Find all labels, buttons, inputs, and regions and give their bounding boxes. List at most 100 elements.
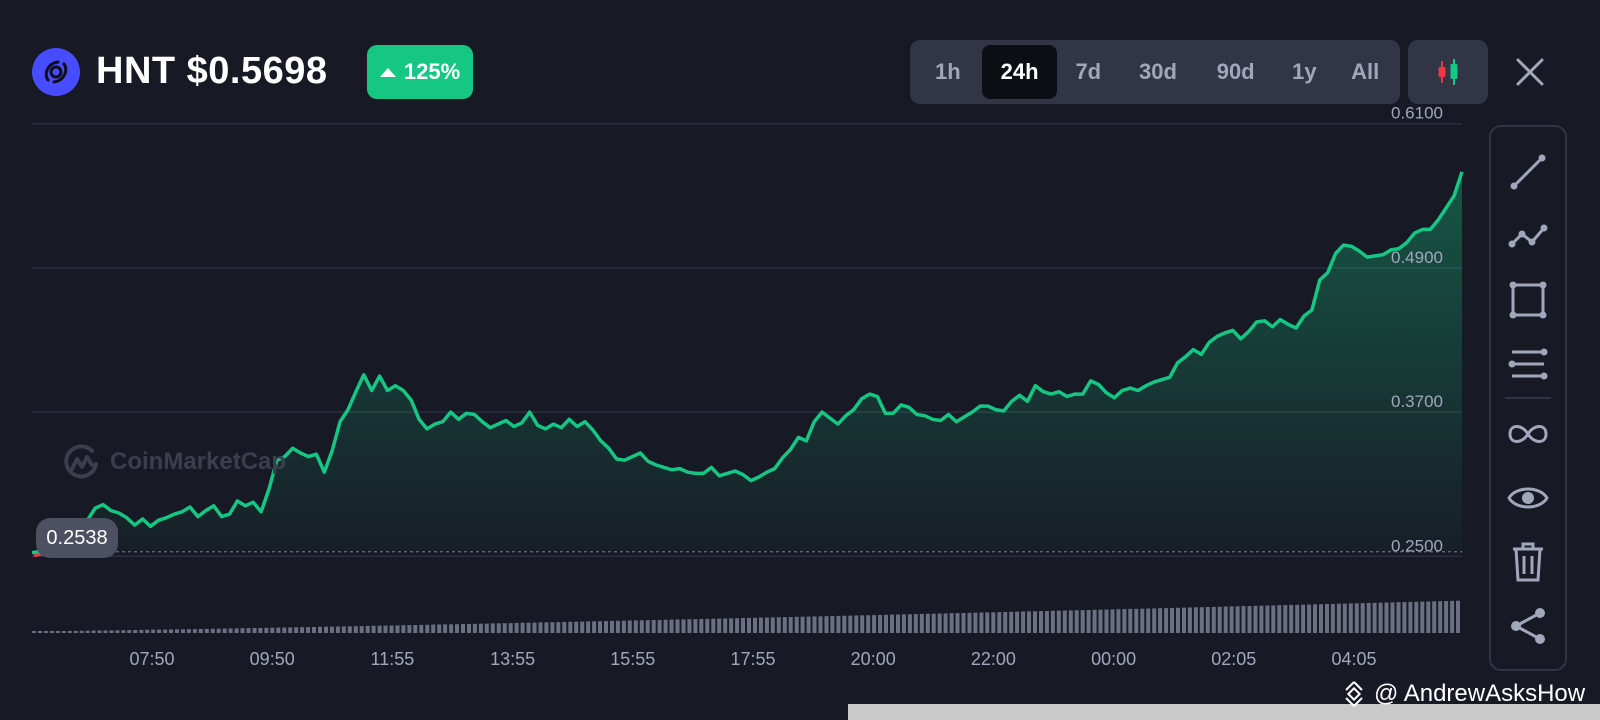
volume-bar xyxy=(1253,605,1258,633)
volume-bar xyxy=(1164,608,1169,633)
volume-bar xyxy=(139,629,144,633)
volume-bar xyxy=(1319,604,1323,633)
volume-bar xyxy=(1426,601,1431,633)
volume-bar xyxy=(1217,606,1222,633)
volume-bar xyxy=(1450,600,1455,633)
volume-bar xyxy=(1444,601,1449,633)
volume-bar xyxy=(38,631,42,633)
trend-line-icon xyxy=(1510,154,1546,190)
volume-bar xyxy=(175,629,179,633)
volume-bar xyxy=(991,612,996,633)
volume-bar xyxy=(425,624,430,633)
volume-bar xyxy=(294,627,299,633)
volume-bar xyxy=(741,618,745,633)
share-icon xyxy=(1511,608,1545,644)
volume-bar xyxy=(967,612,972,633)
volume-bar xyxy=(568,621,573,633)
volume-bar xyxy=(1134,608,1139,633)
volume-bar xyxy=(890,614,894,633)
volume-bar xyxy=(1015,611,1020,633)
volume-bar xyxy=(860,615,865,633)
volume-bar xyxy=(67,630,72,633)
credit-text: @ AndrewAsksHow xyxy=(1374,680,1586,707)
x-tick-label: 13:55 xyxy=(490,649,535,669)
volume-bar xyxy=(1408,601,1413,633)
drawing-toolbar xyxy=(1489,125,1567,671)
volume-bar xyxy=(437,624,442,633)
volume-bar xyxy=(1354,603,1359,633)
volume-bar xyxy=(907,614,912,633)
volume-bar xyxy=(878,614,883,633)
volume-bar xyxy=(514,622,519,633)
volume-bar xyxy=(621,620,626,633)
volume-bar xyxy=(407,625,412,633)
volume-bar xyxy=(1104,609,1109,633)
volume-bar xyxy=(484,623,489,633)
x-tick-label: 22:00 xyxy=(971,649,1016,669)
volume-bar xyxy=(1205,607,1210,633)
volume-bar xyxy=(782,617,787,633)
volume-bar xyxy=(997,612,1002,633)
volume-bar xyxy=(145,629,150,633)
volume-bar xyxy=(1044,611,1049,633)
volume-bar xyxy=(472,623,477,633)
share-tool[interactable] xyxy=(1491,601,1565,651)
volume-bar xyxy=(1098,609,1103,633)
trend-line-tool[interactable] xyxy=(1491,147,1565,197)
volume-bar xyxy=(1199,607,1204,633)
volume-bar xyxy=(1432,601,1437,633)
volume-bar xyxy=(627,620,632,633)
volume-bar xyxy=(73,630,78,633)
volume-bar xyxy=(747,617,751,633)
volume-bar xyxy=(270,627,275,633)
horizontal-lines-tool[interactable] xyxy=(1491,339,1565,389)
y-tick-label: 0.6100 xyxy=(1391,104,1443,123)
volume-bar xyxy=(580,621,585,633)
volume-bar xyxy=(854,615,859,633)
volume-bar xyxy=(1402,602,1407,633)
volume-bar xyxy=(1193,607,1198,633)
volume-bar xyxy=(1342,603,1347,633)
volume-bar xyxy=(1384,602,1389,633)
volume-bar xyxy=(1229,606,1234,633)
delete-tool[interactable] xyxy=(1491,537,1565,587)
volume-bar xyxy=(806,616,811,633)
volume-bar xyxy=(764,617,769,633)
volume-bar xyxy=(1223,606,1228,633)
volume-bar xyxy=(1390,602,1395,633)
volume-bar xyxy=(43,631,48,633)
volume-bar xyxy=(901,614,906,633)
x-tick-label: 20:00 xyxy=(851,649,896,669)
volume-bar xyxy=(157,629,162,633)
volume-bar xyxy=(1313,604,1317,633)
volume-bar xyxy=(830,616,835,633)
volume-bar xyxy=(1325,604,1329,633)
volume-bar xyxy=(592,621,597,633)
volume-bar xyxy=(1301,604,1306,633)
volume-bar xyxy=(210,628,215,633)
volume-bar xyxy=(1110,609,1115,633)
volume-bar xyxy=(1080,610,1085,633)
volume-bar xyxy=(925,613,930,633)
toolbar-divider xyxy=(1505,397,1551,399)
infinity-tool[interactable] xyxy=(1491,409,1565,459)
visibility-tool[interactable] xyxy=(1491,473,1565,523)
polyline-tool[interactable] xyxy=(1491,211,1565,261)
volume-bar xyxy=(1050,610,1055,633)
volume-bar xyxy=(1336,603,1341,633)
volume-bar xyxy=(1366,603,1371,633)
volume-bar xyxy=(1074,610,1079,633)
volume-bar xyxy=(633,620,638,633)
volume-bar xyxy=(115,630,120,633)
volume-bar xyxy=(758,617,763,633)
volume-bar xyxy=(198,629,203,633)
volume-bar xyxy=(943,613,948,633)
volume-bar xyxy=(1009,611,1014,633)
volume-bar xyxy=(574,621,579,633)
volume-bar xyxy=(1003,612,1008,633)
volume-bar xyxy=(461,624,465,633)
volume-bar xyxy=(467,623,471,633)
x-tick-label: 11:55 xyxy=(371,649,415,669)
volume-bar xyxy=(222,628,227,633)
rectangle-tool[interactable] xyxy=(1491,275,1565,325)
